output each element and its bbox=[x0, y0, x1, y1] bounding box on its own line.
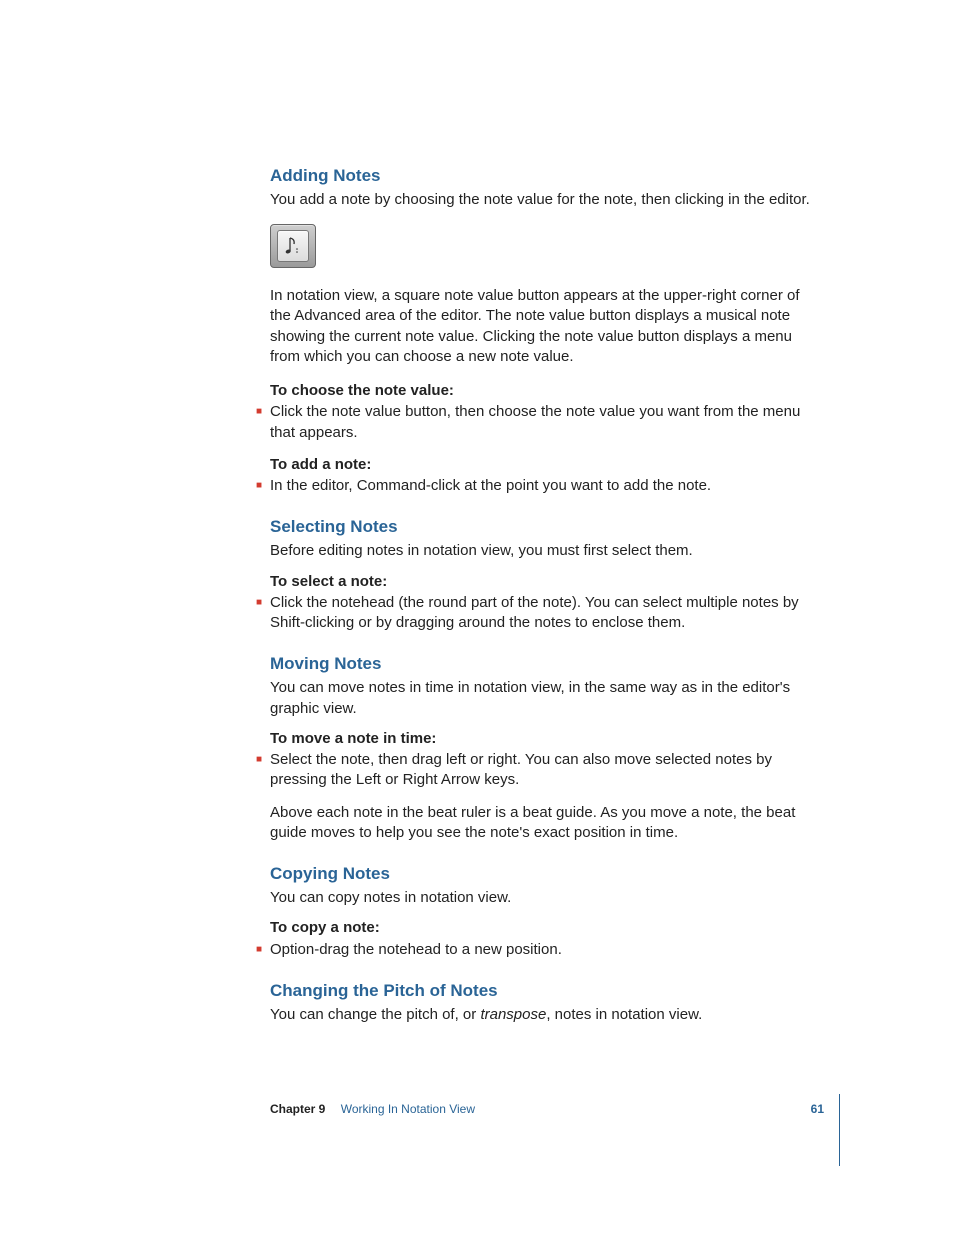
section-moving-notes: Moving Notes You can move notes in time … bbox=[270, 653, 824, 843]
heading-selecting-notes: Selecting Notes bbox=[270, 516, 824, 539]
list-item-text: In the editor, Command-click at the poin… bbox=[270, 476, 824, 496]
note-value-button-inner bbox=[277, 230, 309, 262]
page-edge-rule bbox=[839, 1094, 840, 1166]
page-footer: Chapter 9 Working In Notation View 61 bbox=[270, 1101, 824, 1117]
heading-adding-notes: Adding Notes bbox=[270, 165, 824, 188]
page-number: 61 bbox=[811, 1101, 824, 1117]
procedure-label: To add a note: bbox=[270, 455, 824, 475]
chapter-number: Chapter 9 bbox=[270, 1102, 325, 1116]
heading-moving-notes: Moving Notes bbox=[270, 653, 824, 676]
bullet-icon: ■ bbox=[256, 593, 270, 613]
list-item-text: Click the note value button, then choose… bbox=[270, 402, 824, 443]
list-item: ■ Select the note, then drag left or rig… bbox=[256, 750, 824, 791]
section-selecting-notes: Selecting Notes Before editing notes in … bbox=[270, 516, 824, 633]
list-item: ■ Option-drag the notehead to a new posi… bbox=[256, 940, 824, 960]
list-item-text: Select the note, then drag left or right… bbox=[270, 750, 824, 791]
note-value-button bbox=[270, 224, 316, 268]
procedure-label: To move a note in time: bbox=[270, 729, 824, 749]
list-item: ■ Click the note value button, then choo… bbox=[256, 402, 824, 443]
bullet-icon: ■ bbox=[256, 402, 270, 422]
heading-changing-pitch: Changing the Pitch of Notes bbox=[270, 980, 824, 1003]
body-text: In notation view, a square note value bu… bbox=[270, 286, 824, 367]
procedure-label: To select a note: bbox=[270, 572, 824, 592]
bullet-icon: ■ bbox=[256, 940, 270, 960]
text-fragment: You can change the pitch of, or bbox=[270, 1006, 480, 1023]
list-item: ■ Click the notehead (the round part of … bbox=[256, 593, 824, 634]
body-text: Above each note in the beat ruler is a b… bbox=[270, 803, 824, 844]
list-item-text: Click the notehead (the round part of th… bbox=[270, 593, 824, 634]
list-item: ■ In the editor, Command-click at the po… bbox=[256, 476, 824, 496]
body-text: You can move notes in time in notation v… bbox=[270, 678, 824, 719]
heading-copying-notes: Copying Notes bbox=[270, 863, 824, 886]
procedure-label: To choose the note value: bbox=[270, 381, 824, 401]
page-content: Adding Notes You add a note by choosing … bbox=[0, 0, 954, 1025]
text-fragment: , notes in notation view. bbox=[546, 1006, 702, 1023]
body-text: You can copy notes in notation view. bbox=[270, 888, 824, 908]
bullet-icon: ■ bbox=[256, 750, 270, 770]
body-text: Before editing notes in notation view, y… bbox=[270, 541, 824, 561]
text-emphasis: transpose bbox=[480, 1006, 546, 1023]
procedure-label: To copy a note: bbox=[270, 918, 824, 938]
body-text: You add a note by choosing the note valu… bbox=[270, 190, 824, 210]
bullet-icon: ■ bbox=[256, 476, 270, 496]
section-changing-pitch: Changing the Pitch of Notes You can chan… bbox=[270, 980, 824, 1025]
list-item-text: Option-drag the notehead to a new positi… bbox=[270, 940, 824, 960]
footer-left: Chapter 9 Working In Notation View bbox=[270, 1101, 475, 1117]
section-copying-notes: Copying Notes You can copy notes in nota… bbox=[270, 863, 824, 960]
eighth-note-icon bbox=[284, 235, 302, 257]
chapter-title: Working In Notation View bbox=[341, 1102, 475, 1116]
section-adding-notes: Adding Notes You add a note by choosing … bbox=[270, 165, 824, 496]
body-text: You can change the pitch of, or transpos… bbox=[270, 1005, 824, 1025]
